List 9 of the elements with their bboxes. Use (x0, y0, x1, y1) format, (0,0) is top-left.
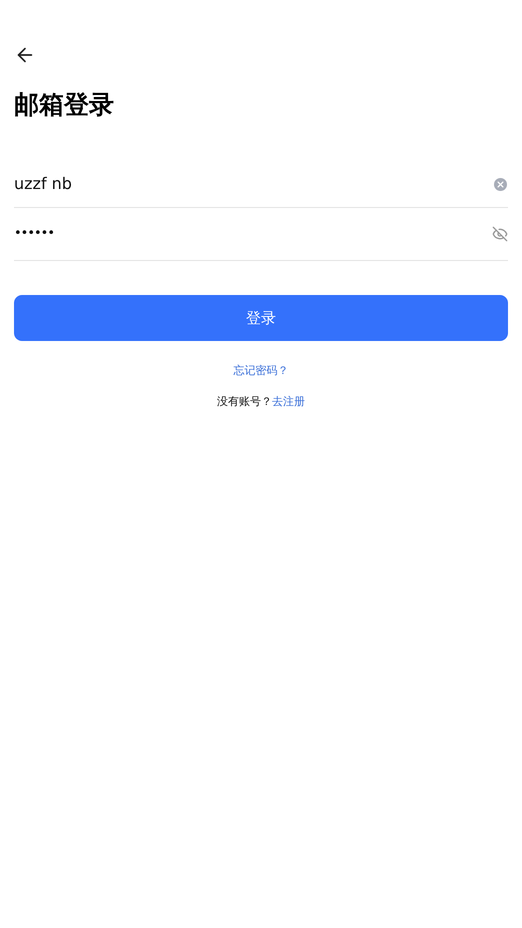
register-prompt: 没有账号？ (217, 394, 272, 410)
email-field[interactable]: uzzf nb (14, 172, 494, 196)
register-link[interactable]: 去注册 (272, 394, 305, 410)
password-field[interactable]: •••••• (14, 224, 492, 244)
clear-icon[interactable] (494, 178, 507, 190)
page-title: 邮箱登录 (14, 92, 115, 117)
eye-off-icon[interactable] (492, 226, 508, 242)
login-button[interactable]: 登录 (14, 295, 508, 341)
forgot-password-link[interactable]: 忘记密码？ (234, 363, 288, 380)
